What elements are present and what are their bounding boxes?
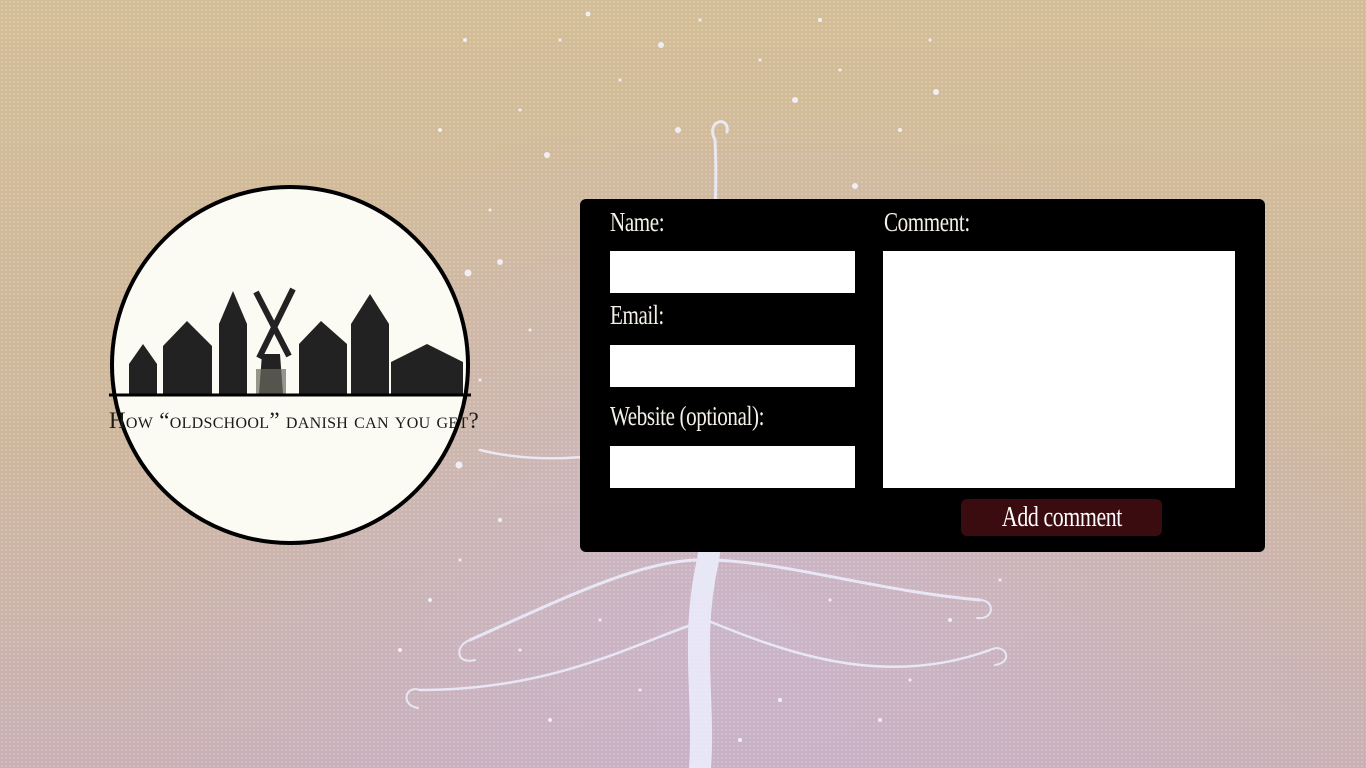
website-field[interactable]: [610, 446, 855, 488]
email-field[interactable]: [610, 345, 855, 387]
email-label: Email:: [610, 300, 664, 330]
comment-label: Comment:: [884, 207, 970, 237]
add-comment-button[interactable]: Add comment: [961, 499, 1162, 536]
comment-form: Name: Email: Website (optional): Comment…: [580, 199, 1265, 552]
name-label: Name:: [610, 207, 665, 237]
website-label: Website (optional):: [610, 401, 765, 431]
village-windmill-logo: [109, 185, 471, 545]
add-comment-button-label: Add comment: [1001, 501, 1122, 533]
name-field[interactable]: [610, 251, 855, 293]
logo-caption: How “oldschool” danish can you get?: [109, 408, 480, 433]
comment-textarea[interactable]: [883, 251, 1235, 488]
